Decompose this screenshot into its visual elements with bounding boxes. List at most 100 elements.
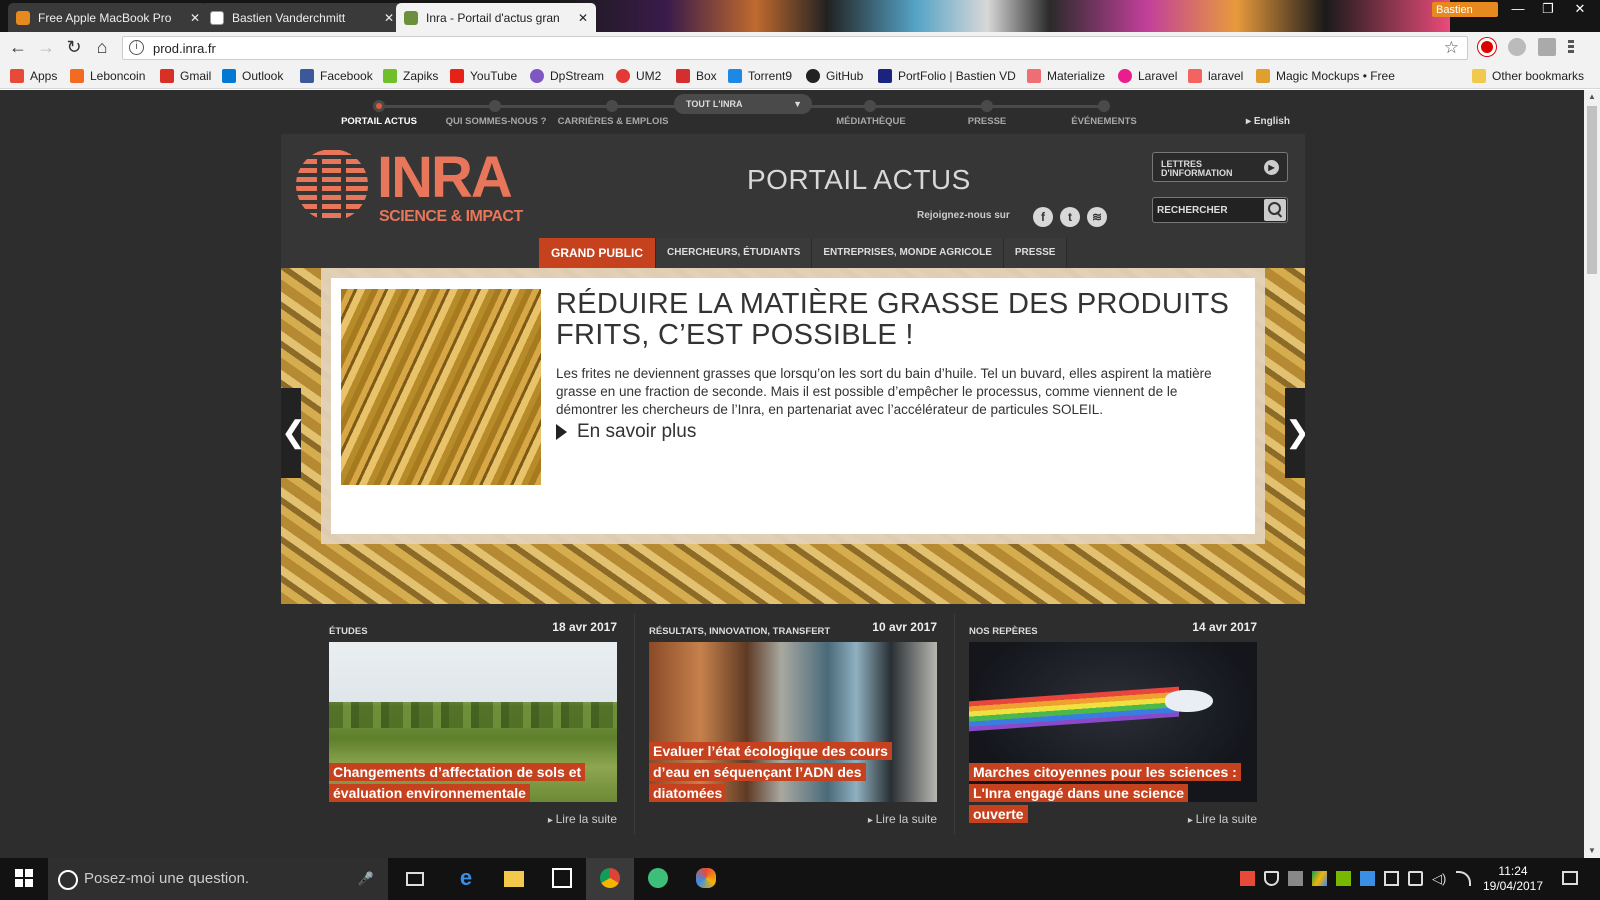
carousel-prev-button[interactable]: ❮ (281, 388, 306, 478)
twitter-icon[interactable]: t (1060, 207, 1080, 227)
bookmark-item[interactable]: Laravel (1118, 67, 1177, 85)
volume-icon[interactable]: ◁) (1432, 871, 1447, 886)
start-button[interactable] (0, 858, 48, 900)
profile-button[interactable]: Bastien (1432, 2, 1498, 17)
extension-icon[interactable] (1538, 38, 1556, 56)
nav-mediatheque[interactable]: MÉDIATHÈQUE (836, 116, 906, 127)
bookmark-item[interactable]: PortFolio | Bastien VD (878, 67, 1016, 85)
scroll-up-icon[interactable]: ▲ (1584, 90, 1600, 104)
bookmark-item[interactable]: Materialize (1027, 67, 1105, 85)
browser-tab[interactable]: Free Apple MacBook Pro ✕ (8, 3, 208, 32)
browser-tab[interactable]: Bastien Vanderchmitt ✕ (202, 3, 402, 32)
tray-app-icon[interactable] (1240, 871, 1255, 886)
extension-icon[interactable] (1478, 38, 1496, 56)
home-button[interactable]: ⌂ (90, 36, 114, 58)
battery-icon[interactable] (1408, 871, 1423, 886)
close-icon[interactable]: ✕ (384, 11, 394, 25)
taskbar-edge[interactable]: e (442, 858, 490, 900)
cortana-search[interactable]: Posez-moi une question. 🎤 (48, 858, 388, 900)
nvidia-icon[interactable] (1336, 871, 1351, 886)
maximize-button[interactable]: ❐ (1534, 0, 1562, 20)
inra-logo[interactable]: INRA SCIENCE & IMPACT (295, 148, 523, 234)
taskbar-app[interactable] (634, 858, 682, 900)
bookmark-item[interactable]: Facebook (300, 67, 373, 85)
scroll-down-icon[interactable]: ▼ (1584, 844, 1600, 858)
rss-icon[interactable]: ≋ (1087, 207, 1107, 227)
wifi-icon[interactable] (1456, 871, 1471, 886)
minimize-button[interactable]: — (1504, 0, 1532, 20)
tray-app-icon[interactable] (1360, 871, 1375, 886)
newsletter-button[interactable]: LETTRES D'INFORMATION ▶ (1152, 152, 1288, 182)
bookmark-item[interactable]: Magic Mockups • Free (1256, 67, 1396, 85)
back-button[interactable]: ← (6, 36, 30, 58)
address-bar[interactable]: i prod.inra.fr ☆ (122, 36, 1468, 60)
taskbar-chrome[interactable] (586, 858, 634, 900)
bookmark-item[interactable]: YouTube (450, 67, 517, 85)
close-window-button[interactable]: ✕ (1566, 0, 1594, 20)
tray-app-icon[interactable] (1288, 871, 1303, 886)
forward-button[interactable]: → (34, 36, 58, 58)
read-more-link[interactable]: Lire la suite (1188, 812, 1257, 826)
bookmark-star-icon[interactable]: ☆ (1444, 38, 1459, 58)
bookmark-item[interactable]: Outlook (222, 67, 283, 85)
taskbar-explorer[interactable] (490, 858, 538, 900)
bookmark-item[interactable]: Leboncoin (70, 67, 145, 85)
taskbar-store[interactable] (538, 858, 586, 900)
hero-more-link[interactable]: En savoir plus (556, 421, 696, 443)
read-more-link[interactable]: Lire la suite (548, 812, 617, 826)
nav-qui-sommes-nous[interactable]: QUI SOMMES-NOUS ? (446, 116, 547, 127)
atom-icon (648, 868, 668, 888)
reload-button[interactable]: ↻ (62, 36, 86, 58)
carousel-next-button[interactable]: ❯ (1285, 388, 1305, 478)
search-input[interactable] (1157, 202, 1263, 218)
news-caption[interactable]: Evaluer l’état écologique des cours d’ea… (649, 741, 919, 804)
tab-grand-public[interactable]: GRAND PUBLIC (539, 238, 656, 268)
task-view-button[interactable] (392, 858, 440, 900)
bookmark-item[interactable]: Zapiks (383, 67, 438, 85)
bookmark-item[interactable]: GitHub (806, 67, 863, 85)
bookmark-item[interactable]: Torrent9 (728, 67, 792, 85)
extension-icon[interactable] (1508, 38, 1526, 56)
bookmark-label: Outlook (242, 69, 284, 83)
bookmark-item[interactable]: DpStream (530, 67, 604, 85)
other-bookmarks[interactable]: Other bookmarks (1472, 67, 1584, 85)
taskbar-paint[interactable] (682, 858, 730, 900)
tab-entreprises-monde-agricole[interactable]: ENTREPRISES, MONDE AGRICOLE (812, 238, 1004, 268)
bookmark-label: DpStream (550, 69, 605, 83)
search-icon[interactable] (1264, 199, 1286, 221)
nav-portail-actus[interactable]: PORTAIL ACTUS (341, 116, 417, 127)
nav-presse[interactable]: PRESSE (968, 116, 1007, 127)
read-more-link[interactable]: Lire la suite (868, 812, 937, 826)
tab-presse[interactable]: PRESSE (1003, 238, 1068, 268)
shield-icon[interactable] (1264, 871, 1279, 886)
tab-chercheurs-etudiants[interactable]: CHERCHEURS, ÉTUDIANTS (656, 238, 813, 268)
tray-app-icon[interactable] (1384, 871, 1399, 886)
tout-inra-dropdown[interactable]: TOUT L'INRA ▼ (674, 94, 812, 114)
hero-image[interactable] (341, 289, 541, 485)
google-drive-icon[interactable] (1312, 871, 1327, 886)
bookmark-item[interactable]: Gmail (160, 67, 211, 85)
bookmark-item[interactable]: Box (676, 67, 717, 85)
close-icon[interactable]: ✕ (578, 11, 588, 25)
bookmark-item[interactable]: Apps (10, 67, 57, 85)
browser-tab-active[interactable]: Inra - Portail d'actus gran ✕ (396, 3, 596, 32)
notifications-icon[interactable] (1562, 871, 1578, 885)
nav-carrieres-emplois[interactable]: CARRIÈRES & EMPLOIS (558, 116, 669, 127)
scrollbar-thumb[interactable] (1587, 106, 1597, 274)
menu-icon[interactable] (1568, 40, 1574, 54)
bookmark-item[interactable]: laravel (1188, 67, 1243, 85)
cortana-placeholder: Posez-moi une question. (84, 870, 250, 887)
microphone-icon[interactable]: 🎤 (358, 858, 374, 900)
nav-dot-icon (373, 100, 385, 112)
facebook-icon[interactable]: f (1033, 207, 1053, 227)
close-icon[interactable]: ✕ (190, 11, 200, 25)
page-scrollbar[interactable]: ▲ ▼ (1584, 90, 1600, 858)
laravel-icon (1188, 69, 1202, 83)
info-icon[interactable]: i (129, 40, 144, 55)
bookmark-item[interactable]: UM2 (616, 67, 661, 85)
system-clock[interactable]: 11:24 19/04/2017 (1478, 864, 1548, 894)
news-caption[interactable]: Changements d’affectation de sols et éva… (329, 762, 599, 804)
language-link[interactable]: ▸ English (1246, 116, 1290, 127)
hero-title[interactable]: RÉDUIRE LA MATIÈRE GRASSE DES PRODUITS F… (556, 289, 1236, 351)
nav-evenements[interactable]: ÉVÉNEMENTS (1071, 116, 1136, 127)
